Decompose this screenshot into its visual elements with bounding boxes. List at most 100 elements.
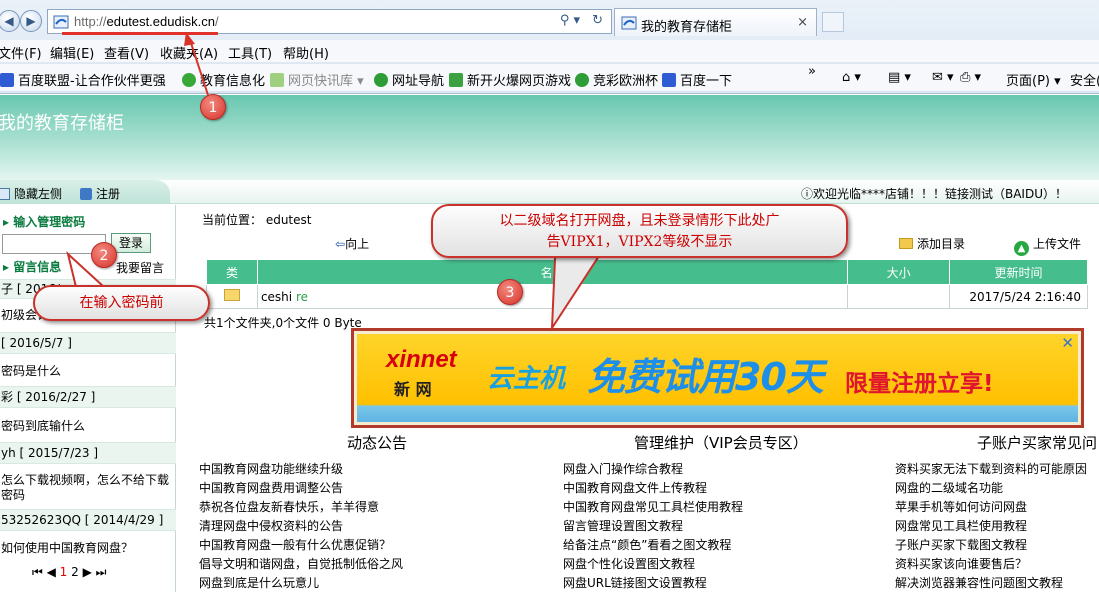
leave-message-link[interactable]: 我要留言	[116, 259, 164, 276]
fav-games[interactable]: 新开火爆网页游戏	[449, 70, 571, 89]
safety-menu[interactable]: 安全(	[1070, 70, 1099, 89]
fire-icon	[449, 73, 463, 87]
list-item[interactable]: 彩 [ 2016/2/27 ]	[0, 386, 176, 408]
address-bar[interactable]: http://edutest.edudisk.cn/ ⚲▾ ↻	[47, 9, 612, 34]
callout-3-line-1: 以二级域名打开网盘，且未登录情形下此处广	[499, 213, 780, 229]
home-icon[interactable]: ⌂ ▾	[842, 70, 861, 85]
pager-page-2[interactable]: 2	[71, 565, 79, 579]
info-icon: ⓘ	[800, 187, 813, 201]
list-item[interactable]: 53252623QQ [ 2014/4/29 ]	[0, 509, 176, 531]
table-row[interactable]: ceshi re 2017/5/24 2:16:40	[206, 284, 1088, 309]
leaf-icon	[182, 73, 196, 87]
list-item[interactable]: 网盘常见工具栏使用教程	[895, 517, 1027, 534]
favorites-bar: 百度联盟-让合作伙伴更强 教育信息化 网页快讯库 ▾ 网址导航 新开火爆网页游戏…	[0, 63, 1099, 91]
list-item[interactable]: 苹果手机等如何访问网盘	[895, 498, 1027, 515]
list-item[interactable]: 中国教育网盘费用调整公告	[199, 479, 343, 496]
fav-euro-cup[interactable]: 竞彩欧洲杯	[575, 70, 658, 89]
hide-left-button[interactable]: 隐藏左侧	[0, 185, 62, 202]
fav-label: 网址导航	[392, 74, 445, 89]
pager-page-1[interactable]: 1	[60, 565, 68, 579]
new-tab-button[interactable]	[822, 12, 844, 32]
list-item[interactable]: 解决浏览器兼容性问题图文教程	[895, 574, 1063, 591]
list-item[interactable]: 倡导文明和谐网盘，自觉抵制低俗之风	[199, 555, 403, 572]
fav-web-slices[interactable]: 网页快讯库 ▾	[270, 70, 364, 89]
list-item[interactable]: 密码	[0, 486, 176, 503]
paw-icon	[662, 73, 676, 87]
list-item[interactable]: 给备注点“颜色”看看之图文教程	[563, 536, 731, 553]
close-tab-icon[interactable]: ×	[797, 15, 808, 30]
back-button[interactable]: ◀	[0, 10, 20, 32]
list-item[interactable]: 中国教育网盘一般有什么优惠促销？	[199, 536, 391, 553]
up-button[interactable]: ⇦向上	[335, 235, 369, 252]
pager-next-last-icon[interactable]: ▶ ⏭	[83, 565, 107, 579]
annotation-badge-3: 3	[497, 279, 523, 305]
folder-icon-cell	[206, 284, 258, 309]
fav-baidu[interactable]: 百度一下	[662, 70, 732, 89]
nav-buttons: ◀ ▶	[0, 10, 44, 32]
print-icon[interactable]: ⎙ ▾	[960, 70, 981, 85]
page-menu[interactable]: 页面(P) ▾	[1006, 70, 1061, 89]
mail-icon[interactable]: ✉ ▾	[932, 70, 954, 85]
list-item[interactable]: 网盘的二级域名功能	[895, 479, 1003, 496]
list-item[interactable]: 密码到底输什么	[0, 417, 176, 434]
file-name[interactable]: ceshi	[261, 290, 292, 304]
menu-tools[interactable]: 工具(T)	[228, 43, 272, 62]
menu-view[interactable]: 查看(V)	[104, 43, 149, 62]
tab-title: 我的教育存储柜	[641, 20, 733, 35]
section-title-announcements: 动态公告	[347, 434, 408, 452]
menu-favorites[interactable]: 收藏夹(A)	[160, 43, 218, 62]
login-button[interactable]: 登录	[111, 233, 151, 253]
menu-file[interactable]: 文件(F)	[0, 43, 42, 62]
panel-icon	[0, 188, 10, 200]
add-folder-button[interactable]: 添加目录	[899, 235, 965, 252]
list-item[interactable]: 网盘个性化设置图文教程	[563, 555, 695, 572]
fav-edu-info[interactable]: 教育信息化	[182, 70, 265, 89]
list-item[interactable]: 网盘到底是什么玩意儿	[199, 574, 319, 591]
password-heading-text: 输入管理密码	[13, 215, 86, 229]
register-button[interactable]: 注册	[80, 185, 120, 202]
welcome-link[interactable]: ⓘ欢迎光临****店铺！！！链接测试（BAIDU）！	[801, 185, 1067, 202]
menu-bar: 文件(F) 编辑(E) 查看(V) 收藏夹(A) 工具(T) 帮助(H)	[0, 40, 1099, 62]
feeds-icon[interactable]: ▤ ▾	[888, 70, 911, 85]
list-item[interactable]: 如何使用中国教育网盘？	[0, 539, 176, 556]
list-item[interactable]: 网盘入门操作综合教程	[563, 460, 683, 477]
list-item[interactable]: 留言管理设置图文教程	[563, 517, 683, 534]
list-item[interactable]: [ 2016/5/7 ]	[0, 332, 176, 354]
col-name[interactable]: 名称	[256, 259, 849, 285]
more-chevron-icon[interactable]: »	[808, 64, 816, 79]
fav-baidu-union[interactable]: 百度联盟-让合作伙伴更强	[0, 70, 166, 89]
folder-icon	[223, 289, 240, 301]
list-item[interactable]: 清理网盘中侵权资料的公告	[199, 517, 343, 534]
list-item[interactable]: 恭祝各位盘友新春快乐，羊羊得意	[199, 498, 379, 515]
col-updated[interactable]: 更新时间	[949, 259, 1088, 285]
file-table: 类 名称 大小 更新时间 ceshi re 2017/5/24 2:16:40	[206, 259, 1088, 309]
pager-first-prev-icon[interactable]: ⏮ ◀	[32, 565, 56, 579]
upload-button[interactable]: ▲ 上传文件	[1014, 235, 1081, 256]
add-folder-label: 添加目录	[917, 237, 966, 251]
table-header: 类 名称 大小 更新时间	[206, 259, 1088, 285]
menu-help[interactable]: 帮助(H)	[283, 43, 329, 62]
e-icon	[374, 73, 388, 87]
list-item[interactable]: 中国教育网盘功能继续升级	[199, 460, 343, 477]
forward-button[interactable]: ▶	[20, 10, 42, 32]
browser-tab[interactable]: 我的教育存储柜 ×	[614, 8, 817, 36]
list-item[interactable]: 中国教育网盘常见工具栏使用教程	[563, 498, 743, 515]
list-item[interactable]: 资料买家无法下载到资料的可能原因	[895, 460, 1087, 477]
col-type[interactable]: 类	[206, 259, 258, 285]
file-name-cell[interactable]: ceshi re	[256, 284, 849, 309]
list-item[interactable]: 中国教育网盘文件上传教程	[563, 479, 707, 496]
annotation-underline	[62, 32, 218, 35]
close-icon[interactable]: ✕	[1061, 334, 1074, 352]
fav-url-nav[interactable]: 网址导航	[374, 70, 444, 89]
search-refresh-icons[interactable]: ⚲▾ ↻	[560, 13, 607, 28]
message-heading-text: 留言信息	[13, 260, 62, 274]
ad-banner[interactable]: xinnet 新 网 云主机 免费试用30天 限量注册立享! ✕	[357, 334, 1078, 422]
fav-label: 新开火爆网页游戏	[467, 74, 572, 89]
list-item[interactable]: 密码是什么	[0, 362, 176, 379]
menu-edit[interactable]: 编辑(E)	[50, 43, 94, 62]
list-item[interactable]: 资料买家该向谁要售后？	[895, 555, 1027, 572]
col-size[interactable]: 大小	[847, 259, 951, 285]
list-item[interactable]: 网盘URL链接图文设置教程	[563, 574, 707, 591]
list-item[interactable]: yh [ 2015/7/23 ]	[0, 442, 176, 464]
list-item[interactable]: 子账户买家下载图文教程	[895, 536, 1027, 553]
